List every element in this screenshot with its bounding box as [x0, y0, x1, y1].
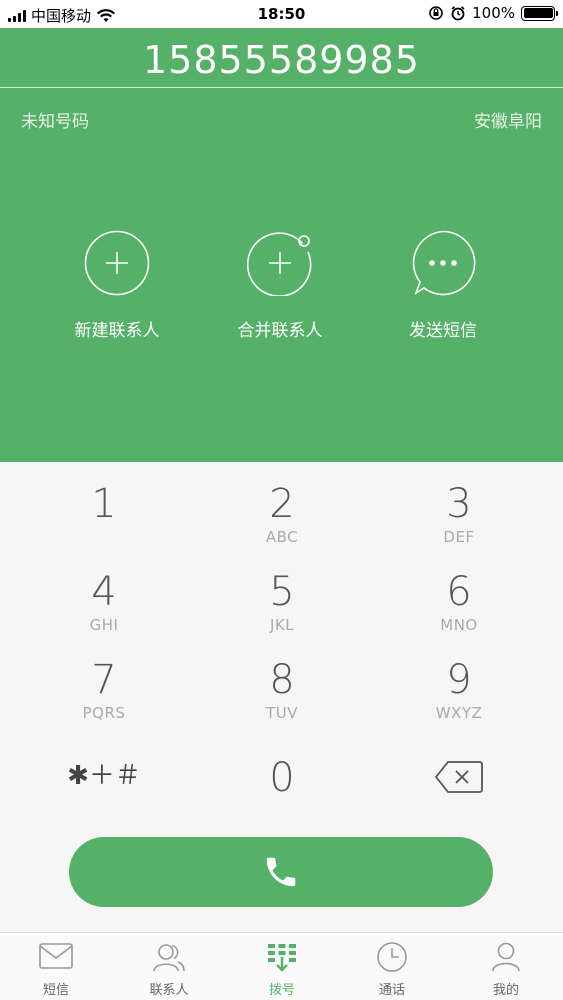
key-5[interactable]: 5 JKL	[212, 570, 352, 634]
tab-calls[interactable]: 通话	[352, 941, 432, 998]
key-digit: 3	[446, 481, 472, 527]
key-digit: 8	[269, 657, 295, 703]
phone-icon	[266, 857, 296, 887]
tab-label: 通话	[378, 983, 405, 998]
alarm-icon	[451, 6, 465, 21]
backspace-icon	[435, 761, 483, 793]
number-type-label: 未知号码	[21, 112, 89, 132]
merge-contact-label: 合并联系人	[237, 321, 323, 341]
status-left: 中国移动	[8, 5, 116, 26]
key-digit: 1	[91, 481, 117, 527]
carrier-label: 中国移动	[31, 7, 92, 25]
profile-icon	[492, 942, 520, 972]
tab-label: 我的	[492, 983, 519, 998]
dialed-number[interactable]: 15855589985	[0, 38, 563, 82]
key-letters: JKL	[269, 616, 295, 634]
merge-contact-icon	[246, 230, 313, 297]
new-contact-button[interactable]: 新建联系人	[47, 230, 187, 341]
caller-info-panel: 15855589985 未知号码 安徽阜阳 新建联系人 合并联系人 发送短信	[0, 28, 563, 462]
send-sms-button[interactable]: 发送短信	[373, 230, 513, 341]
tab-messages[interactable]: 短信	[16, 941, 96, 998]
dialpad-icon	[268, 944, 296, 972]
key-0[interactable]: 0	[212, 756, 352, 800]
key-7[interactable]: 7 PQRS	[34, 658, 174, 722]
key-1[interactable]: 1	[34, 482, 174, 528]
key-letters: WXYZ	[435, 704, 483, 722]
key-letters: GHI	[89, 616, 119, 634]
tab-profile[interactable]: 我的	[466, 941, 546, 998]
key-letters: DEF	[443, 528, 475, 546]
battery-percent: 100%	[472, 4, 515, 22]
signal-icon	[8, 9, 26, 22]
contacts-icon	[153, 944, 185, 972]
key-letters: PQRS	[82, 704, 126, 722]
message-icon	[39, 943, 73, 969]
key-8[interactable]: 8 TUV	[212, 658, 352, 722]
wifi-icon	[97, 8, 115, 22]
key-2[interactable]: 2 ABC	[212, 482, 352, 546]
rotation-lock-icon	[429, 6, 443, 20]
key-symbols[interactable]: ✱＋＃	[34, 755, 174, 792]
key-digit: 9	[446, 657, 472, 703]
add-contact-icon	[84, 230, 150, 296]
tab-dialpad[interactable]: 拨号	[242, 941, 322, 998]
key-3[interactable]: 3 DEF	[389, 482, 529, 546]
send-sms-label: 发送短信	[409, 321, 477, 341]
status-bar: 中国移动 18:50 100%	[0, 0, 563, 28]
key-digit: 2	[269, 481, 295, 527]
number-location: 安徽阜阳	[474, 112, 542, 132]
bottom-tab-bar: 短信 联系人 拨号 通话 我的	[0, 932, 563, 1000]
send-sms-icon	[410, 230, 476, 296]
tab-label: 短信	[42, 983, 69, 998]
clock-icon	[377, 942, 407, 972]
key-letters: TUV	[266, 704, 298, 722]
key-digit: 6	[446, 569, 472, 615]
key-digit: 5	[269, 569, 295, 615]
backspace-button[interactable]	[389, 760, 529, 798]
new-contact-label: 新建联系人	[74, 321, 160, 341]
battery-icon	[521, 5, 558, 21]
tab-contacts[interactable]: 联系人	[129, 941, 209, 998]
divider	[0, 87, 563, 88]
tab-label: 拨号	[268, 983, 295, 998]
key-9[interactable]: 9 WXYZ	[389, 658, 529, 722]
status-right: 100%	[428, 4, 558, 22]
key-6[interactable]: 6 MNO	[389, 570, 529, 634]
tab-label: 联系人	[149, 983, 189, 998]
merge-contact-button[interactable]: 合并联系人	[210, 230, 350, 341]
key-digit: 7	[91, 657, 117, 703]
key-4[interactable]: 4 GHI	[34, 570, 174, 634]
key-letters: MNO	[440, 616, 478, 634]
key-digit: 4	[91, 569, 117, 615]
call-button[interactable]	[69, 837, 493, 907]
key-digit: 0	[269, 755, 295, 801]
key-letters: ABC	[265, 528, 299, 546]
